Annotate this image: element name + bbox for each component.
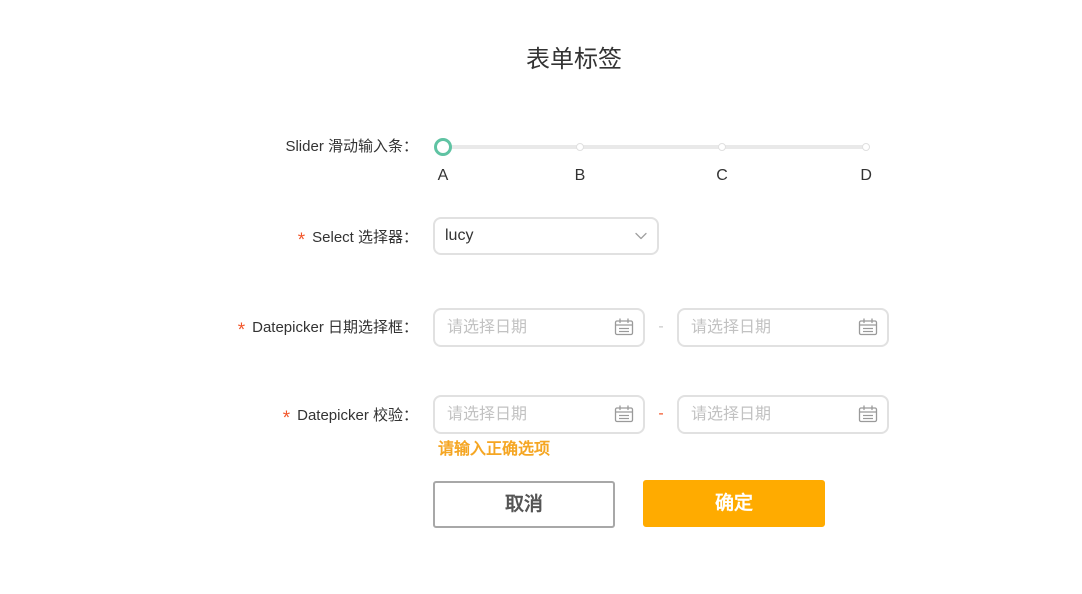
slider-dot-d[interactable] [862,143,871,151]
chevron-down-icon[interactable] [635,232,647,240]
validated-end-date-input[interactable] [691,397,841,432]
calendar-icon[interactable] [614,318,634,336]
validated-start-date-input[interactable] [447,397,597,432]
page-title: 表单标签 [526,46,622,73]
slider-handle[interactable] [434,138,452,156]
slider-dot-b[interactable] [575,143,584,151]
validated-end-date-field[interactable] [677,395,889,434]
slider-label-text: Slider 滑动输入条： [285,138,418,155]
datepicker-label-text: Datepicker 日期选择框： [252,319,418,336]
cancel-button[interactable]: 取消 [433,481,615,528]
confirm-button[interactable]: 确定 [643,480,825,527]
end-date-input[interactable] [691,310,841,345]
select-dropdown[interactable]: lucy [433,217,659,255]
required-asterisk: * [237,320,246,341]
form-page: 表单标签 Slider 滑动输入条： A B C D * Select 选择器： … [0,0,1082,594]
select-field-label: * Select 选择器： [0,226,418,251]
validation-error-message: 请输入正确选项 [438,441,551,458]
slider-mark-c[interactable]: C [712,167,732,185]
validated-date-range-separator: - [658,405,664,422]
calendar-icon[interactable] [614,405,634,423]
datepicker-validation-label-text: Datepicker 校验： [297,407,418,424]
slider-dot-c[interactable] [717,143,726,151]
datepicker-field-label: * Datepicker 日期选择框： [0,316,418,341]
calendar-icon[interactable] [858,405,878,423]
select-value: lucy [445,227,474,244]
select-label-text: Select 选择器： [312,229,418,246]
slider-field-label: Slider 滑动输入条： [0,136,418,158]
slider-mark-d[interactable]: D [856,167,876,185]
validated-start-date-field[interactable] [433,395,645,434]
start-date-input[interactable] [447,310,597,345]
required-asterisk: * [282,408,291,429]
slider-mark-a[interactable]: A [433,167,453,185]
calendar-icon[interactable] [858,318,878,336]
start-date-field[interactable] [433,308,645,347]
slider[interactable]: A B C D [434,137,872,184]
required-asterisk: * [297,230,306,251]
slider-rail[interactable] [443,145,870,149]
date-range-separator: - [658,318,664,335]
datepicker-validation-field-label: * Datepicker 校验： [0,404,418,429]
slider-mark-b[interactable]: B [570,167,590,185]
end-date-field[interactable] [677,308,889,347]
